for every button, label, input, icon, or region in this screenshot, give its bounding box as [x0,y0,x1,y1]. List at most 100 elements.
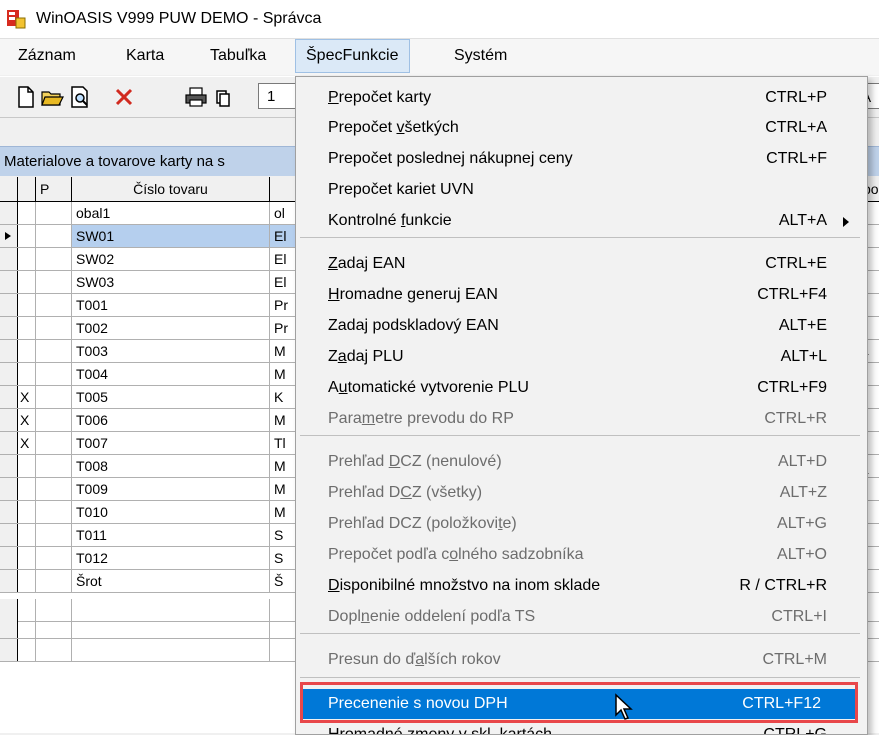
row-p-cell[interactable] [36,340,72,362]
menu-item-8[interactable]: Zadaj PLU ALT+L [296,342,867,372]
row-p-cell[interactable] [36,363,72,385]
row-cislo-cell[interactable]: T008 [72,455,270,477]
row-p-cell[interactable] [36,570,72,592]
row-cislo-cell[interactable]: T011 [72,524,270,546]
row-p-cell[interactable] [36,478,72,500]
row-p-cell[interactable] [36,455,72,477]
row-p-cell[interactable] [36,432,72,454]
row-cislo-cell[interactable]: obal1 [72,202,270,224]
menu-item-7[interactable]: Zadaj podskladový EAN ALT+E [296,311,867,341]
row-cislo-cell[interactable]: T005 [72,386,270,408]
row-x-cell[interactable]: X [18,386,36,408]
row-indicator-cell[interactable] [0,524,18,546]
row-cislo-cell[interactable]: T007 [72,432,270,454]
row-cislo-cell[interactable]: SW02 [72,248,270,270]
row-x-cell[interactable] [18,271,36,293]
menu-item-6[interactable]: Hromadne generuj EAN CTRL+F4 [296,280,867,310]
row-x-cell[interactable] [18,524,36,546]
print-preview-icon[interactable] [68,85,92,109]
row-p-cell[interactable] [36,225,72,247]
menu-item-3[interactable]: Prepočet kariet UVN [296,175,867,205]
menu-specfunkcie[interactable]: ŠpecFunkcie [295,39,410,73]
menu-item-15[interactable]: Disponibilné množstvo na inom sklade R / … [296,571,867,601]
row-indicator-cell[interactable] [0,294,18,316]
menu-item-14[interactable]: Prepočet podľa colného sadzobníka ALT+O [296,540,867,570]
row-cislo-cell[interactable]: T010 [72,501,270,523]
header-p[interactable]: P [36,177,72,201]
row-indicator-cell[interactable] [0,202,18,224]
menu-tabulka[interactable]: Tabuľka [200,39,276,73]
row-p-cell[interactable] [36,248,72,270]
row-x-cell[interactable] [18,225,36,247]
row-p-cell[interactable] [36,271,72,293]
row-indicator-cell[interactable] [0,547,18,569]
row-x-cell[interactable] [18,340,36,362]
row-x-cell[interactable] [18,547,36,569]
row-cislo-cell[interactable]: T001 [72,294,270,316]
row-cislo-cell[interactable]: T004 [72,363,270,385]
row-indicator-cell[interactable] [0,340,18,362]
row-p-cell[interactable] [36,317,72,339]
menu-item-2[interactable]: Prepočet poslednej nákupnej ceny CTRL+F [296,144,867,174]
row-x-cell[interactable] [18,478,36,500]
menu-item-13[interactable]: Prehľad DCZ (položkovite) ALT+G [296,509,867,539]
row-p-cell[interactable] [36,202,72,224]
delete-icon[interactable] [112,85,136,109]
menu-item-9[interactable]: Automatické vytvorenie PLU CTRL+F9 [296,373,867,403]
menu-item-17[interactable]: Presun do ďalších rokov CTRL+M [296,645,867,675]
menu-item-16[interactable]: Doplnenie oddelení podľa TS CTRL+I [296,602,867,632]
copy-icon[interactable] [210,85,234,109]
row-x-cell[interactable]: X [18,409,36,431]
menu-system[interactable]: Systém [444,39,517,73]
row-p-cell[interactable] [36,386,72,408]
row-x-cell[interactable]: X [18,432,36,454]
new-document-icon[interactable] [14,85,38,109]
row-x-cell[interactable] [18,202,36,224]
menu-item-12[interactable]: Prehľad DCZ (všetky) ALT+Z [296,478,867,508]
printer-icon[interactable] [184,85,208,109]
page-field[interactable]: 1 [258,83,298,109]
row-indicator-cell[interactable] [0,570,18,592]
row-x-cell[interactable] [18,570,36,592]
row-indicator-cell[interactable] [0,225,18,247]
row-cislo-cell[interactable]: Šrot [72,570,270,592]
row-cislo-cell[interactable]: T009 [72,478,270,500]
row-cislo-cell[interactable]: SW01 [72,225,270,247]
row-indicator-cell[interactable] [0,271,18,293]
row-p-cell[interactable] [36,547,72,569]
row-x-cell[interactable] [18,248,36,270]
row-p-cell[interactable] [36,409,72,431]
row-cislo-cell[interactable]: T006 [72,409,270,431]
row-p-cell[interactable] [36,501,72,523]
header-cislo-tovaru[interactable]: Číslo tovaru [72,177,270,201]
row-indicator-cell[interactable] [0,248,18,270]
menu-karta[interactable]: Karta [116,39,174,73]
row-indicator-cell[interactable] [0,386,18,408]
row-indicator-cell[interactable] [0,317,18,339]
row-indicator-cell[interactable] [0,363,18,385]
menu-item-0[interactable]: Prepočet karty CTRL+P [296,83,867,113]
row-x-cell[interactable] [18,317,36,339]
row-indicator-cell[interactable] [0,501,18,523]
menu-item-4[interactable]: Kontrolné funkcie ALT+A [296,206,867,236]
row-p-cell[interactable] [36,524,72,546]
menu-item-1[interactable]: Prepočet všetkých CTRL+A [296,113,867,143]
row-x-cell[interactable] [18,501,36,523]
row-cislo-cell[interactable]: SW03 [72,271,270,293]
menu-item-11[interactable]: Prehľad DCZ (nenulové) ALT+D [296,447,867,477]
row-indicator-cell[interactable] [0,478,18,500]
menu-zaznam[interactable]: Záznam [8,39,86,73]
row-cislo-cell[interactable]: T012 [72,547,270,569]
row-indicator-cell[interactable] [0,455,18,477]
row-x-cell[interactable] [18,455,36,477]
row-cislo-cell[interactable]: T003 [72,340,270,362]
row-indicator-cell[interactable] [0,432,18,454]
row-cislo-cell[interactable]: T002 [72,317,270,339]
row-x-cell[interactable] [18,294,36,316]
open-folder-icon[interactable] [40,85,64,109]
menu-item-5[interactable]: Zadaj EAN CTRL+E [296,249,867,279]
row-indicator-cell[interactable] [0,409,18,431]
menu-item-10[interactable]: Parametre prevodu do RP CTRL+R [296,404,867,434]
row-x-cell[interactable] [18,363,36,385]
row-p-cell[interactable] [36,294,72,316]
